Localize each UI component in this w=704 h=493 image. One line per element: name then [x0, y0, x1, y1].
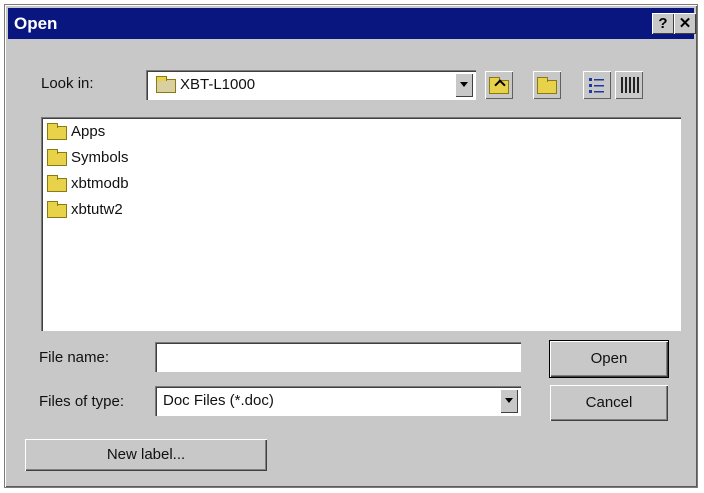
file-type-dropdown-arrow[interactable]	[500, 389, 518, 413]
file-name-input[interactable]	[155, 342, 521, 372]
file-type-label: Files of type:	[39, 393, 125, 410]
look-in-label: Look in:	[41, 75, 94, 92]
folder-icon	[47, 149, 67, 166]
new-label-button[interactable]: New label...	[25, 439, 267, 471]
close-icon: ✕	[678, 15, 692, 32]
list-view-button[interactable]	[583, 71, 611, 99]
file-name-label: Symbols	[71, 149, 129, 166]
cancel-button[interactable]: Cancel	[550, 385, 668, 421]
folder-icon	[47, 175, 67, 192]
file-type-dropdown[interactable]: Doc Files (*.doc)	[155, 386, 521, 416]
open-folder-icon	[156, 76, 176, 93]
details-view-icon	[621, 77, 639, 93]
file-type-value: Doc Files (*.doc)	[163, 392, 274, 409]
help-icon: ?	[658, 15, 668, 32]
file-name-label: Apps	[71, 123, 106, 140]
look-in-value: XBT-L1000	[180, 76, 256, 93]
create-new-folder-icon	[537, 77, 557, 94]
file-name-label: xbtmodb	[71, 175, 129, 192]
open-button[interactable]: Open	[549, 340, 669, 378]
open-dialog: Open ? ✕ Look in: XBT-L1000 Apps Symbols…	[4, 4, 698, 488]
up-one-level-button[interactable]	[485, 71, 513, 99]
details-view-button[interactable]	[615, 71, 643, 99]
close-button[interactable]: ✕	[674, 13, 696, 34]
file-name-label: xbtutw2	[71, 201, 123, 218]
look-in-dropdown[interactable]: XBT-L1000	[146, 70, 476, 100]
list-view-icon	[589, 78, 604, 93]
folder-icon	[47, 123, 67, 140]
help-button[interactable]: ?	[652, 13, 674, 34]
folder-icon	[47, 201, 67, 218]
file-name-field-label: File name:	[39, 349, 110, 366]
title-bar[interactable]: Open ? ✕	[8, 8, 696, 39]
dialog-title: Open	[14, 14, 58, 33]
create-new-folder-button[interactable]	[533, 71, 561, 99]
file-list[interactable]: Apps Symbols xbtmodb xbtutw2	[41, 117, 681, 331]
look-in-dropdown-arrow[interactable]	[455, 73, 473, 97]
